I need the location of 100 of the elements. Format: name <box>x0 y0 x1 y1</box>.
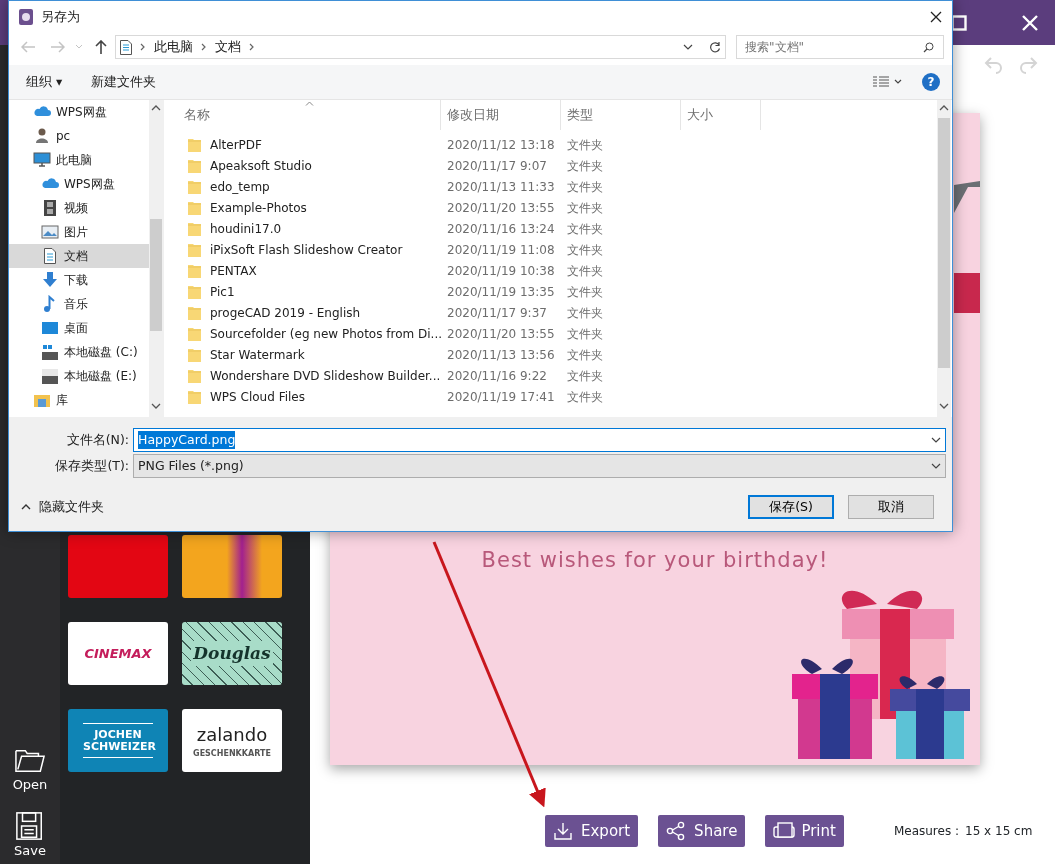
file-date: 2020/11/16 9:22 <box>446 367 548 385</box>
brand-logo: Douglas <box>191 640 273 667</box>
dropdown-caret-icon[interactable] <box>683 44 693 50</box>
file-date: 2020/11/13 11:33 <box>446 178 556 196</box>
cancel-button[interactable]: 取消 <box>848 495 934 519</box>
file-name[interactable]: Example-Photos <box>210 198 307 217</box>
organize-menu[interactable]: 组织 ▾ <box>26 72 63 92</box>
file-name[interactable]: Wondershare DVD Slideshow Builder... <box>210 366 441 385</box>
printer-icon <box>773 821 796 841</box>
file-name[interactable]: PENTAX <box>210 261 257 280</box>
desktop-icon <box>41 319 59 337</box>
nav-item[interactable]: pc <box>9 124 149 148</box>
file-name[interactable]: Sourcefolder (eg new Photos from Di... <box>210 324 443 343</box>
scrollbar[interactable] <box>937 100 951 418</box>
file-name-label: 文件名(N): <box>65 430 130 449</box>
nav-item[interactable]: 视频 <box>9 196 149 220</box>
file-date: 2020/11/16 13:24 <box>446 220 556 238</box>
download-icon <box>553 821 575 841</box>
nav-item[interactable]: 桌面 <box>9 316 149 340</box>
file-type-field[interactable]: PNG Files (*.png) <box>133 454 946 478</box>
folder-icon <box>188 157 202 174</box>
file-type: 文件夹 <box>566 283 603 301</box>
greeting-text: Best wishes for your birthday! <box>480 547 830 574</box>
nav-item[interactable]: 音乐 <box>9 292 149 316</box>
dropdown-caret-icon <box>931 463 941 469</box>
export-button[interactable]: Export <box>545 815 639 847</box>
nav-item[interactable]: 库 <box>9 388 149 412</box>
file-date: 2020/11/17 9:07 <box>446 157 548 175</box>
print-button[interactable]: Print <box>765 815 844 847</box>
file-type: 文件夹 <box>566 199 603 217</box>
card-subtitle: GESCHENKKARTE <box>193 748 271 760</box>
refresh-icon[interactable] <box>709 41 721 53</box>
chevron-icon <box>140 43 146 51</box>
nav-item[interactable]: 文档 <box>9 244 149 268</box>
nav-item[interactable]: 图片 <box>9 220 149 244</box>
help-button[interactable]: ? <box>922 73 940 91</box>
new-folder-button[interactable]: 新建文件夹 <box>91 72 157 92</box>
chevron-icon[interactable] <box>249 43 255 51</box>
file-name[interactable]: WPS Cloud Files <box>210 387 305 406</box>
file-type: 文件夹 <box>566 304 603 322</box>
folder-icon <box>188 136 202 153</box>
sort-ascending-icon <box>305 101 314 106</box>
file-date: 2020/11/19 10:38 <box>446 262 556 280</box>
hide-folders-toggle[interactable]: 隐藏文件夹 <box>21 497 104 517</box>
chevron-icon[interactable] <box>201 43 207 51</box>
share-button[interactable]: Share <box>658 815 746 847</box>
file-type: 文件夹 <box>566 136 603 154</box>
nav-item[interactable]: WPS网盘 <box>9 100 149 124</box>
nav-item[interactable]: 本地磁盘 (E:) <box>9 364 149 388</box>
nav-item[interactable]: 下载 <box>9 268 149 292</box>
folder-icon <box>188 388 202 405</box>
nav-item[interactable]: 此电脑 <box>9 148 149 172</box>
file-date: 2020/11/19 17:41 <box>446 388 556 406</box>
measures-label: Measures : <box>893 823 960 840</box>
file-date: 2020/11/20 13:55 <box>446 199 556 217</box>
file-name[interactable]: Star Watermark <box>210 345 305 364</box>
close-icon[interactable] <box>930 11 942 23</box>
open-label[interactable]: Open <box>12 775 48 795</box>
file-type: 文件夹 <box>566 241 603 259</box>
folder-icon <box>188 178 202 195</box>
breadcrumb-item[interactable]: 文档 <box>215 37 241 57</box>
file-name[interactable]: progeCAD 2019 - English <box>210 303 361 322</box>
picture-icon <box>41 223 59 241</box>
file-name[interactable]: edo_temp <box>210 177 270 196</box>
folder-icon <box>188 304 202 321</box>
computer-icon <box>33 151 51 169</box>
folder-icon <box>188 346 202 363</box>
drive-icon <box>41 343 59 361</box>
file-name[interactable]: iPixSoft Flash Slideshow Creator <box>210 240 403 259</box>
column-header[interactable]: 名称 <box>164 100 441 130</box>
file-type: 文件夹 <box>566 178 603 196</box>
save-label[interactable]: Save <box>14 840 46 860</box>
confirm-save-button[interactable]: 保存(S) <box>748 495 834 519</box>
dialog-title: 另存为 <box>41 7 80 26</box>
brand-logo: CINEMAX <box>84 644 152 663</box>
maximize-icon[interactable] <box>951 14 967 31</box>
search-icon <box>923 42 934 53</box>
column-header[interactable]: 类型 <box>561 100 681 130</box>
file-type: 文件夹 <box>566 325 603 343</box>
file-date: 2020/11/19 11:08 <box>446 241 556 259</box>
file-name[interactable]: houdini17.0 <box>210 219 282 238</box>
nav-item[interactable]: WPS网盘 <box>9 172 149 196</box>
file-type: 文件夹 <box>566 220 603 238</box>
folder-icon <box>188 325 202 342</box>
drive-icon <box>41 367 59 385</box>
file-name[interactable]: AlterPDF <box>210 135 262 154</box>
app-icon <box>19 9 33 25</box>
file-name[interactable]: Apeaksoft Studio <box>210 156 312 175</box>
file-type: 文件夹 <box>566 367 603 385</box>
up-arrow-icon[interactable] <box>95 40 107 54</box>
column-header[interactable]: 修改日期 <box>441 100 561 130</box>
file-name-field[interactable]: HappyCard.png <box>133 428 946 452</box>
nav-item[interactable]: 本地磁盘 (C:) <box>9 340 149 364</box>
folder-icon <box>188 220 202 237</box>
file-name[interactable]: Pic1 <box>210 282 235 301</box>
file-date: 2020/11/20 13:55 <box>446 325 556 343</box>
column-header[interactable]: 大小 <box>681 100 761 130</box>
search-field[interactable]: 搜索"文档" <box>736 35 944 59</box>
breadcrumb-item[interactable]: 此电脑 <box>154 37 193 57</box>
file-type-label: 保存类型(T): <box>54 456 130 475</box>
